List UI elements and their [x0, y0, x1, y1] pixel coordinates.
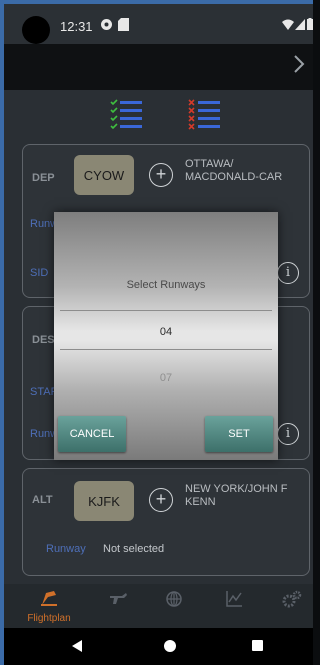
app-screen: 12:31 DEP CYOW + OTTAWA/ MACDONALD-CAR R…: [0, 0, 313, 665]
bottom-tab-bar: Flightplan: [4, 584, 313, 628]
alt-label: ALT: [32, 494, 53, 506]
settings-gears-icon: [267, 590, 313, 613]
back-icon[interactable]: [72, 640, 82, 652]
alternate-card: ALT KJFK + NEW YORK/JOHN F KENN Runway N…: [22, 468, 310, 576]
picker-divider-bottom: [60, 349, 272, 350]
status-bar: 12:31: [4, 4, 313, 44]
picker-divider-top: [60, 310, 272, 311]
star-info-icon[interactable]: i: [277, 423, 299, 445]
sd-card-icon: [118, 18, 129, 34]
signal-icon: [295, 19, 305, 33]
alt-runway-value[interactable]: Not selected: [103, 543, 164, 555]
home-icon[interactable]: [164, 640, 176, 652]
dep-label: DEP: [32, 172, 55, 184]
dep-sid-label[interactable]: SID: [30, 267, 48, 279]
alt-airport-button[interactable]: KJFK: [74, 481, 134, 521]
tab-flightplan[interactable]: Flightplan: [24, 590, 74, 626]
add-dep-icon[interactable]: +: [149, 163, 173, 187]
app-header: [4, 44, 313, 90]
flightplan-icon: [24, 590, 74, 611]
recent-apps-icon[interactable]: [252, 640, 263, 651]
tab-settings[interactable]: [267, 590, 313, 626]
runway-picker-selected[interactable]: 04: [54, 326, 278, 338]
battery-icon: [307, 18, 313, 33]
system-navigation-bar: [4, 628, 313, 665]
checklist-toolbar: [4, 96, 313, 136]
checklist-complete-icon[interactable]: [110, 98, 144, 132]
status-time: 12:31: [60, 19, 93, 34]
alt-runway-label[interactable]: Runway: [46, 543, 86, 555]
camera-cutout: [22, 16, 50, 44]
airplane-icon: [93, 590, 143, 613]
tab-aircraft[interactable]: [93, 590, 143, 626]
dep-airport-button[interactable]: CYOW: [74, 155, 134, 195]
tab-chart[interactable]: [209, 590, 259, 626]
alt-airport-name: NEW YORK/JOHN F KENN: [185, 483, 288, 508]
settings-icon: [100, 18, 113, 34]
chart-icon: [209, 590, 259, 613]
checklist-incomplete-icon[interactable]: [188, 98, 222, 132]
select-runways-dialog: Select Runways 04 07 CANCEL SET: [54, 212, 278, 460]
globe-icon: [149, 590, 199, 613]
dialog-title: Select Runways: [126, 279, 206, 291]
set-button[interactable]: SET: [205, 416, 273, 452]
add-alt-icon[interactable]: +: [149, 488, 173, 512]
tab-globe[interactable]: [149, 590, 199, 626]
tab-flightplan-label: Flightplan: [27, 613, 71, 624]
wifi-icon: [282, 19, 294, 33]
runway-picker-next[interactable]: 07: [54, 372, 278, 384]
dep-airport-name: OTTAWA/ MACDONALD-CAR: [185, 158, 283, 183]
sid-info-icon[interactable]: i: [277, 262, 299, 284]
chevron-right-icon[interactable]: [293, 53, 305, 81]
cancel-button[interactable]: CANCEL: [58, 416, 126, 452]
